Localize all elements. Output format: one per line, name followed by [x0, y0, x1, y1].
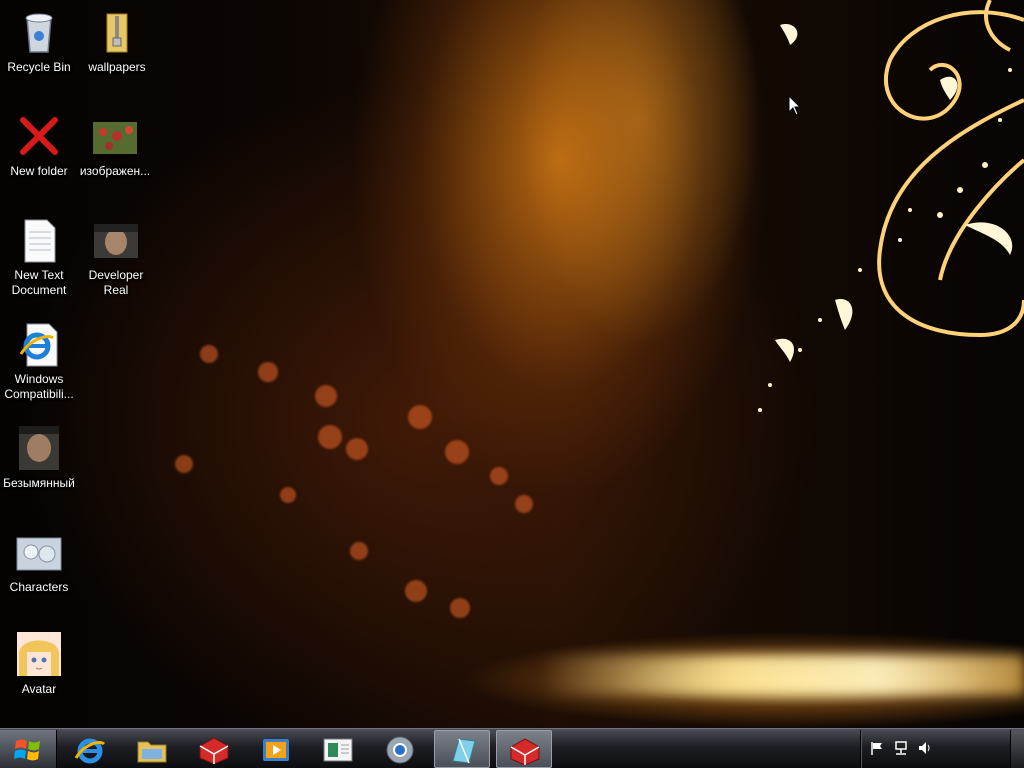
taskbar-media-player[interactable] — [248, 730, 304, 768]
start-button[interactable] — [0, 730, 57, 768]
desktop-background — [0, 0, 1024, 728]
image-thumbnail-icon — [91, 112, 139, 160]
red-box-app-icon — [510, 738, 540, 766]
photo-thumbnail-icon — [92, 216, 140, 264]
desktop-icon-developer-real[interactable]: Developer Real — [77, 216, 155, 298]
network-icon[interactable] — [893, 740, 909, 761]
icon-label: Безымянный — [3, 476, 75, 490]
recycle-bin-icon — [15, 8, 63, 56]
desktop-icon-characters[interactable]: Characters — [0, 528, 78, 595]
flag-icon[interactable] — [869, 740, 885, 761]
image-thumbnail-icon — [15, 528, 63, 576]
icon-label: Recycle Bin — [7, 60, 71, 74]
anime-avatar-icon — [15, 630, 63, 678]
icon-label: wallpapers — [88, 60, 146, 74]
show-desktop-button[interactable] — [1010, 730, 1024, 768]
notepad-window-icon — [323, 738, 353, 762]
icon-label: Developer Real — [88, 268, 144, 297]
desktop-icon-image[interactable]: изображен... — [76, 112, 154, 179]
desktop-icon-avatar[interactable]: Avatar — [0, 630, 78, 697]
chrome-icon — [386, 736, 414, 764]
icon-label: New folder — [10, 164, 68, 178]
desktop-icon-new-text-document[interactable]: New Text Document — [0, 216, 78, 298]
desktop-icon-wallpapers[interactable]: wallpapers — [78, 8, 156, 75]
icon-label: New Text Document — [11, 268, 67, 297]
taskbar-chrome[interactable] — [372, 730, 428, 768]
icon-label: Avatar — [21, 682, 57, 696]
media-player-icon — [263, 739, 289, 761]
taskbar-red-app[interactable] — [186, 730, 242, 768]
taskbar-notepad[interactable] — [310, 730, 366, 768]
taskbar-file-explorer[interactable] — [124, 730, 180, 768]
volume-icon[interactable] — [917, 740, 933, 761]
system-tray — [860, 730, 1009, 768]
taskbar — [0, 728, 1024, 768]
red-box-app-icon — [199, 737, 229, 765]
desktop-icon-new-folder[interactable]: New folder — [0, 112, 78, 179]
icon-label: Windows Compatibili... — [4, 372, 74, 401]
windows-start-icon — [14, 739, 40, 761]
zip-folder-icon — [93, 8, 141, 56]
icon-label: изображен... — [79, 164, 151, 178]
red-x-icon — [15, 112, 63, 160]
taskbar-internet-explorer[interactable] — [62, 730, 118, 768]
photo-thumbnail-icon — [15, 424, 63, 472]
desktop-icon-untitled[interactable]: Безымянный — [0, 424, 78, 491]
icon-label: Characters — [9, 580, 69, 594]
desktop-icon-windows-compatibility[interactable]: Windows Compatibili... — [0, 320, 78, 402]
desktop-icon-recycle-bin[interactable]: Recycle Bin — [0, 8, 78, 75]
blue-app-icon — [452, 738, 476, 764]
text-document-icon — [15, 216, 63, 264]
internet-explorer-icon — [74, 738, 106, 764]
taskbar-blue-app[interactable] — [434, 730, 490, 768]
taskbar-red-app-active[interactable] — [496, 730, 552, 768]
mouse-cursor-icon — [788, 95, 802, 116]
file-explorer-icon — [137, 741, 167, 763]
internet-explorer-icon — [15, 320, 63, 368]
